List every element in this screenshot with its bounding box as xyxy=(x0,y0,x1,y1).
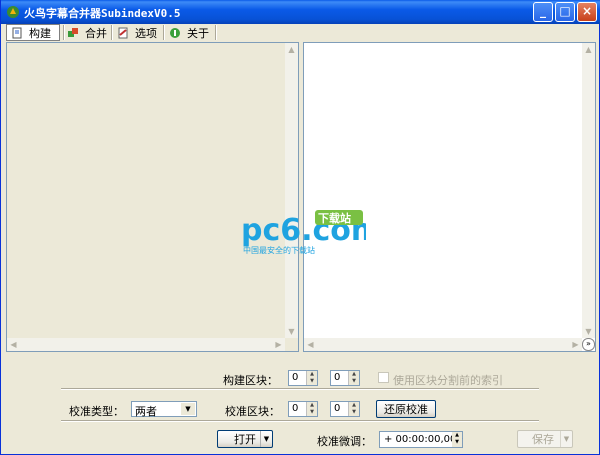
vertical-scrollbar[interactable]: ▲ ▼ xyxy=(285,43,298,338)
scroll-up-icon[interactable]: ▲ xyxy=(582,43,595,56)
pc6-tag-text: 下载站 xyxy=(318,211,351,225)
fine-tune-label: 校准微调： xyxy=(317,435,372,448)
minimize-button[interactable]: _ xyxy=(533,2,553,22)
restore-calibration-button[interactable]: 还原校准 xyxy=(376,400,436,418)
open-dropdown-chevron-icon[interactable]: ▼ xyxy=(260,431,272,447)
tab-options-label: 选项 xyxy=(135,26,157,40)
section-divider xyxy=(61,420,539,422)
tab-merge[interactable]: 合并 xyxy=(63,24,111,41)
calib-block-end-value: 0 xyxy=(334,403,341,414)
pc6-slogan-text: 中国最安全的下载站 xyxy=(243,245,315,255)
spinner-arrows-icon[interactable]: ▲ ▼ xyxy=(306,371,317,385)
open-button[interactable]: 打开 ▼ xyxy=(217,430,273,448)
build-block-label: 构建区块： xyxy=(223,374,278,387)
chevron-down-icon[interactable]: ▼ xyxy=(181,403,195,415)
app-window: 火鸟字幕合并器SubindexV0.5 _ □ × 构建 合并 选项 关于 ▲ … xyxy=(0,0,600,455)
window-title: 火鸟字幕合并器SubindexV0.5 xyxy=(24,7,181,20)
scroll-down-icon[interactable]: ▼ xyxy=(285,325,298,338)
build-icon xyxy=(12,27,22,38)
save-button[interactable]: 保存 ▼ xyxy=(517,430,573,448)
open-button-label: 打开 xyxy=(234,433,256,446)
vertical-scrollbar[interactable]: ▲ ▼ xyxy=(582,43,595,338)
tab-build-label: 构建 xyxy=(29,26,51,40)
use-index-label: 使用区块分割前的索引 xyxy=(393,374,503,387)
tab-build[interactable]: 构建 xyxy=(6,24,60,41)
scroll-left-icon[interactable]: ◀ xyxy=(7,338,20,351)
calib-block-label: 校准区块： xyxy=(225,405,280,418)
horizontal-scrollbar[interactable]: ◀ ▶ xyxy=(304,338,582,351)
options-icon xyxy=(118,27,128,38)
close-icon: × xyxy=(581,4,593,18)
spinner-arrows-icon[interactable]: ▲ ▼ xyxy=(306,402,317,416)
calib-type-label: 校准类型： xyxy=(69,405,124,418)
toolbar: 构建 合并 选项 关于 xyxy=(3,24,599,41)
build-block-end-spinner[interactable]: 0 ▲ ▼ xyxy=(330,370,360,386)
save-dropdown-chevron-icon[interactable]: ▼ xyxy=(560,431,572,447)
use-index-checkbox[interactable] xyxy=(378,372,389,383)
source-subtitle-pane[interactable]: ▲ ▼ ◀ ▶ xyxy=(6,42,299,352)
scroll-right-icon[interactable]: ▶ xyxy=(272,338,285,351)
build-block-end-value: 0 xyxy=(334,372,341,383)
spinner-arrows-icon[interactable]: ▲ ▼ xyxy=(348,402,359,416)
build-block-start-value: 0 xyxy=(292,372,299,383)
expand-chevron-icon[interactable]: » xyxy=(582,338,595,351)
calib-block-start-value: 0 xyxy=(292,403,299,414)
minimize-icon: _ xyxy=(540,4,546,18)
tab-merge-label: 合并 xyxy=(85,26,107,40)
save-button-label: 保存 xyxy=(532,433,554,446)
result-subtitle-pane[interactable]: ▲ ▼ ◀ ▶ » xyxy=(303,42,596,352)
fine-tune-value: + 00:00:00,000 xyxy=(384,434,463,445)
scroll-left-icon[interactable]: ◀ xyxy=(304,338,317,351)
horizontal-scrollbar[interactable]: ◀ ▶ xyxy=(7,338,285,351)
about-icon xyxy=(170,27,180,38)
toolbar-separator xyxy=(215,25,217,40)
scroll-down-icon[interactable]: ▼ xyxy=(582,325,595,338)
fine-tune-time-input[interactable]: + 00:00:00,000 ▲ ▼ xyxy=(379,431,463,448)
tab-options[interactable]: 选项 xyxy=(113,24,163,41)
build-block-start-spinner[interactable]: 0 ▲ ▼ xyxy=(288,370,318,386)
tab-about[interactable]: 关于 xyxy=(165,24,215,41)
scroll-up-icon[interactable]: ▲ xyxy=(285,43,298,56)
restore-calibration-label: 还原校准 xyxy=(384,403,428,416)
maximize-button[interactable]: □ xyxy=(555,2,575,22)
section-divider xyxy=(61,388,539,390)
tab-about-label: 关于 xyxy=(187,26,209,40)
pc6-logo-icon: pc6.com 下载站 中国最安全的下载站 xyxy=(241,210,382,255)
pc6-watermark-logo: pc6.com 下载站 中国最安全的下载站 xyxy=(241,208,382,256)
calib-block-start-spinner[interactable]: 0 ▲ ▼ xyxy=(288,401,318,417)
close-button[interactable]: × xyxy=(577,2,597,22)
scroll-right-icon[interactable]: ▶ xyxy=(569,338,582,351)
firebird-app-icon xyxy=(7,6,19,18)
calib-block-end-spinner[interactable]: 0 ▲ ▼ xyxy=(330,401,360,417)
spinner-arrows-icon[interactable]: ▲ ▼ xyxy=(452,432,462,447)
spinner-arrows-icon[interactable]: ▲ ▼ xyxy=(348,371,359,385)
title-bar[interactable]: 火鸟字幕合并器SubindexV0.5 _ □ × xyxy=(1,0,600,24)
maximize-icon: □ xyxy=(559,4,571,18)
merge-icon xyxy=(68,27,78,37)
calib-type-value: 两者 xyxy=(135,405,157,418)
calib-type-select[interactable]: 两者 ▼ xyxy=(131,401,197,418)
